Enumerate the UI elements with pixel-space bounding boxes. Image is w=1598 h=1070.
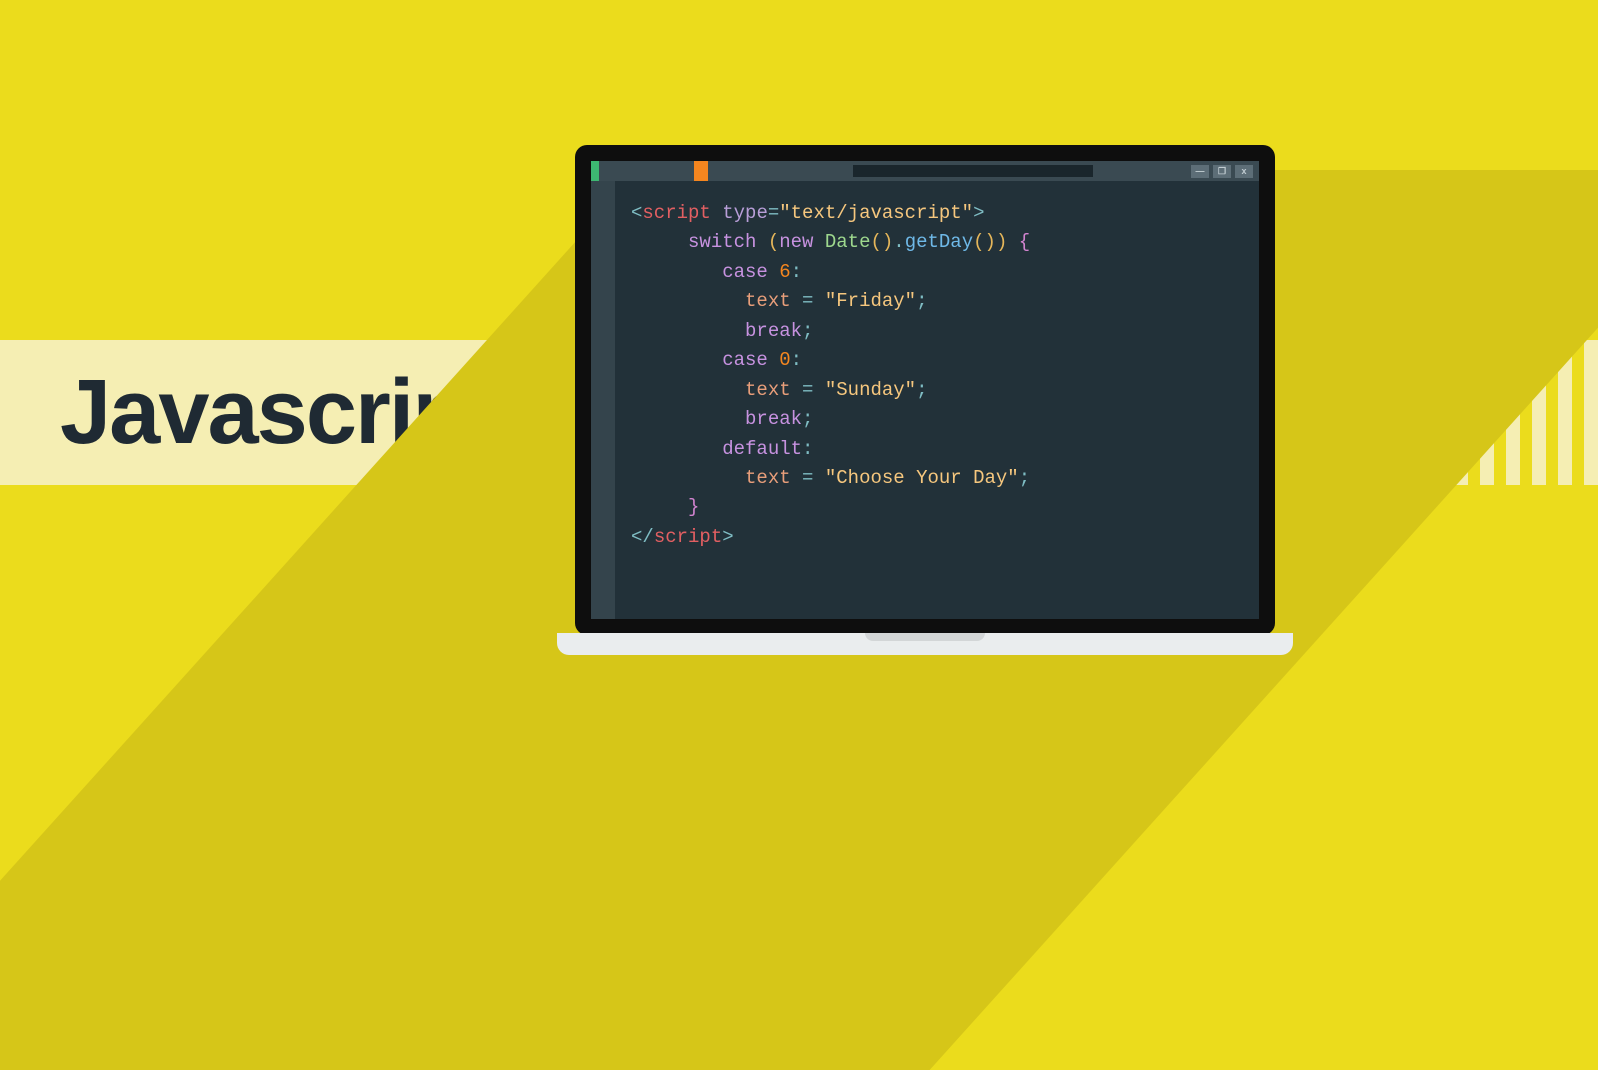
- screen-bezel: — ❐ x <script type="text/javascript"> sw…: [575, 145, 1275, 635]
- close-button[interactable]: x: [1235, 165, 1253, 178]
- tab-indicator-icon: [591, 161, 599, 181]
- window-controls: — ❐ x: [1191, 165, 1253, 178]
- editor-screen: — ❐ x <script type="text/javascript"> sw…: [591, 161, 1259, 619]
- address-bar[interactable]: [853, 165, 1093, 177]
- editor-gutter: [591, 181, 615, 619]
- maximize-icon: ❐: [1218, 167, 1226, 176]
- editor-tab[interactable]: [599, 161, 694, 181]
- maximize-button[interactable]: ❐: [1213, 165, 1231, 178]
- minimize-button[interactable]: —: [1191, 165, 1209, 178]
- editor-titlebar: — ❐ x: [591, 161, 1259, 181]
- laptop-base: [557, 633, 1293, 655]
- code-block: <script type="text/javascript"> switch (…: [631, 199, 1030, 552]
- laptop: — ❐ x <script type="text/javascript"> sw…: [575, 145, 1275, 635]
- tab-accent-icon: [694, 161, 708, 181]
- minimize-icon: —: [1196, 167, 1205, 176]
- close-icon: x: [1241, 167, 1246, 176]
